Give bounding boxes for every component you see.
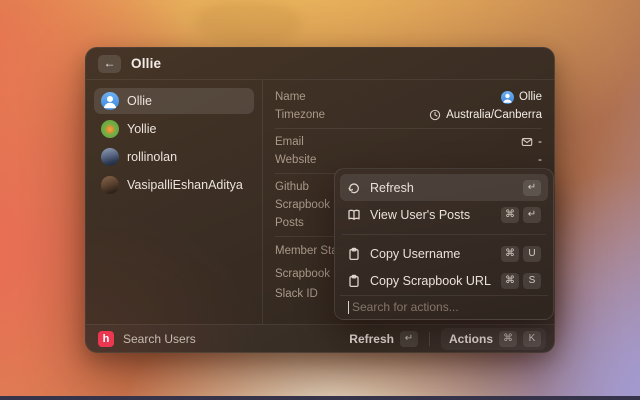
action-label: Copy Username bbox=[370, 247, 461, 262]
meta-row-timezone: Timezone Australia/Canberra bbox=[275, 106, 542, 124]
meta-value-timezone: Australia/Canberra bbox=[446, 109, 542, 121]
meta-row-website: Website - bbox=[275, 151, 542, 169]
user-name: Ollie bbox=[127, 94, 153, 108]
cmd-key-icon: ⌘ bbox=[501, 206, 519, 223]
k-key-icon: K bbox=[523, 330, 541, 347]
window-header: ← Ollie bbox=[86, 48, 554, 80]
cmd-key-icon: ⌘ bbox=[501, 273, 519, 290]
meta-value-email: - bbox=[538, 136, 542, 148]
s-key-icon: S bbox=[523, 273, 541, 290]
action-item-copy-username[interactable]: Copy Username ⌘ U bbox=[340, 241, 548, 268]
action-item-refresh[interactable]: Refresh ↵ bbox=[340, 174, 548, 201]
clipboard-icon bbox=[347, 247, 361, 261]
meta-label: Slack ID bbox=[275, 288, 318, 300]
action-item-copy-scrapbook-url[interactable]: Copy Scrapbook URL ⌘ S bbox=[340, 268, 548, 295]
clock-icon bbox=[429, 109, 441, 121]
divider bbox=[342, 234, 546, 235]
bottom-edge-strip bbox=[0, 396, 640, 400]
user-list-item-vasipalli[interactable]: VasipalliEshanAditya bbox=[94, 172, 254, 198]
text-cursor bbox=[348, 300, 349, 314]
u-key-icon: U bbox=[523, 246, 541, 263]
action-label: View User's Posts bbox=[370, 207, 471, 222]
user-name: rollinolan bbox=[127, 150, 178, 164]
refresh-icon bbox=[347, 181, 361, 195]
return-key-icon: ↵ bbox=[523, 179, 541, 196]
user-avatar bbox=[101, 176, 119, 194]
user-avatar bbox=[101, 120, 119, 138]
meta-label: Name bbox=[275, 91, 306, 103]
meta-value-name: Ollie bbox=[518, 91, 542, 103]
user-list-item-ollie[interactable]: Ollie bbox=[94, 88, 254, 114]
user-list-item-rollinolan[interactable]: rollinolan bbox=[94, 144, 254, 170]
back-button[interactable]: ← bbox=[98, 54, 121, 73]
user-name: Yollie bbox=[127, 122, 157, 136]
divider bbox=[275, 128, 542, 129]
cmd-key-icon: ⌘ bbox=[499, 330, 517, 347]
desktop-background: ← Ollie Ollie Yollie rollinolan Vasipall… bbox=[0, 0, 640, 400]
return-key-icon: ↵ bbox=[523, 206, 541, 223]
actions-button[interactable]: Actions ⌘ K bbox=[440, 327, 546, 350]
meta-value-website: - bbox=[538, 154, 542, 166]
action-item-view-posts[interactable]: View User's Posts ⌘ ↵ bbox=[340, 201, 548, 228]
actions-menu: Refresh ↵ View User's Posts ⌘ ↵ Copy Use… bbox=[334, 168, 554, 320]
user-avatar-icon bbox=[500, 90, 514, 104]
meta-row-email: Email - bbox=[275, 133, 542, 151]
meta-label: Posts bbox=[275, 217, 304, 229]
actions-label: Actions bbox=[448, 331, 493, 346]
meta-label: Email bbox=[275, 136, 304, 148]
background-watermark bbox=[196, 2, 300, 44]
meta-label: Website bbox=[275, 154, 317, 166]
action-search-input[interactable] bbox=[349, 300, 540, 315]
user-list: Ollie Yollie rollinolan VasipalliEshanAd… bbox=[86, 80, 263, 324]
status-bar: h Search Users Refresh ↵ Actions ⌘ K bbox=[86, 324, 554, 352]
refresh-action-label[interactable]: Refresh bbox=[349, 332, 394, 346]
cmd-key-icon: ⌘ bbox=[501, 246, 519, 263]
divider bbox=[428, 331, 430, 346]
action-label: Copy Scrapbook URL bbox=[370, 274, 491, 289]
user-list-item-yollie[interactable]: Yollie bbox=[94, 116, 254, 142]
action-label: Refresh bbox=[370, 180, 414, 195]
default-user-avatar bbox=[101, 92, 119, 110]
clipboard-icon bbox=[347, 274, 361, 288]
arrow-left-icon: ← bbox=[103, 55, 116, 70]
page-title: Ollie bbox=[131, 56, 162, 71]
hackclub-logo-icon: h bbox=[98, 330, 114, 347]
user-avatar bbox=[101, 148, 119, 166]
return-key-icon: ↵ bbox=[399, 330, 418, 347]
book-icon bbox=[347, 208, 361, 222]
envelope-icon bbox=[521, 136, 533, 148]
user-name: VasipalliEshanAditya bbox=[127, 178, 243, 192]
command-name: Search Users bbox=[123, 331, 196, 346]
meta-label: Github bbox=[275, 181, 309, 193]
action-search-row bbox=[340, 294, 548, 319]
meta-row-name: Name Ollie bbox=[275, 88, 542, 106]
meta-label: Timezone bbox=[275, 109, 326, 121]
